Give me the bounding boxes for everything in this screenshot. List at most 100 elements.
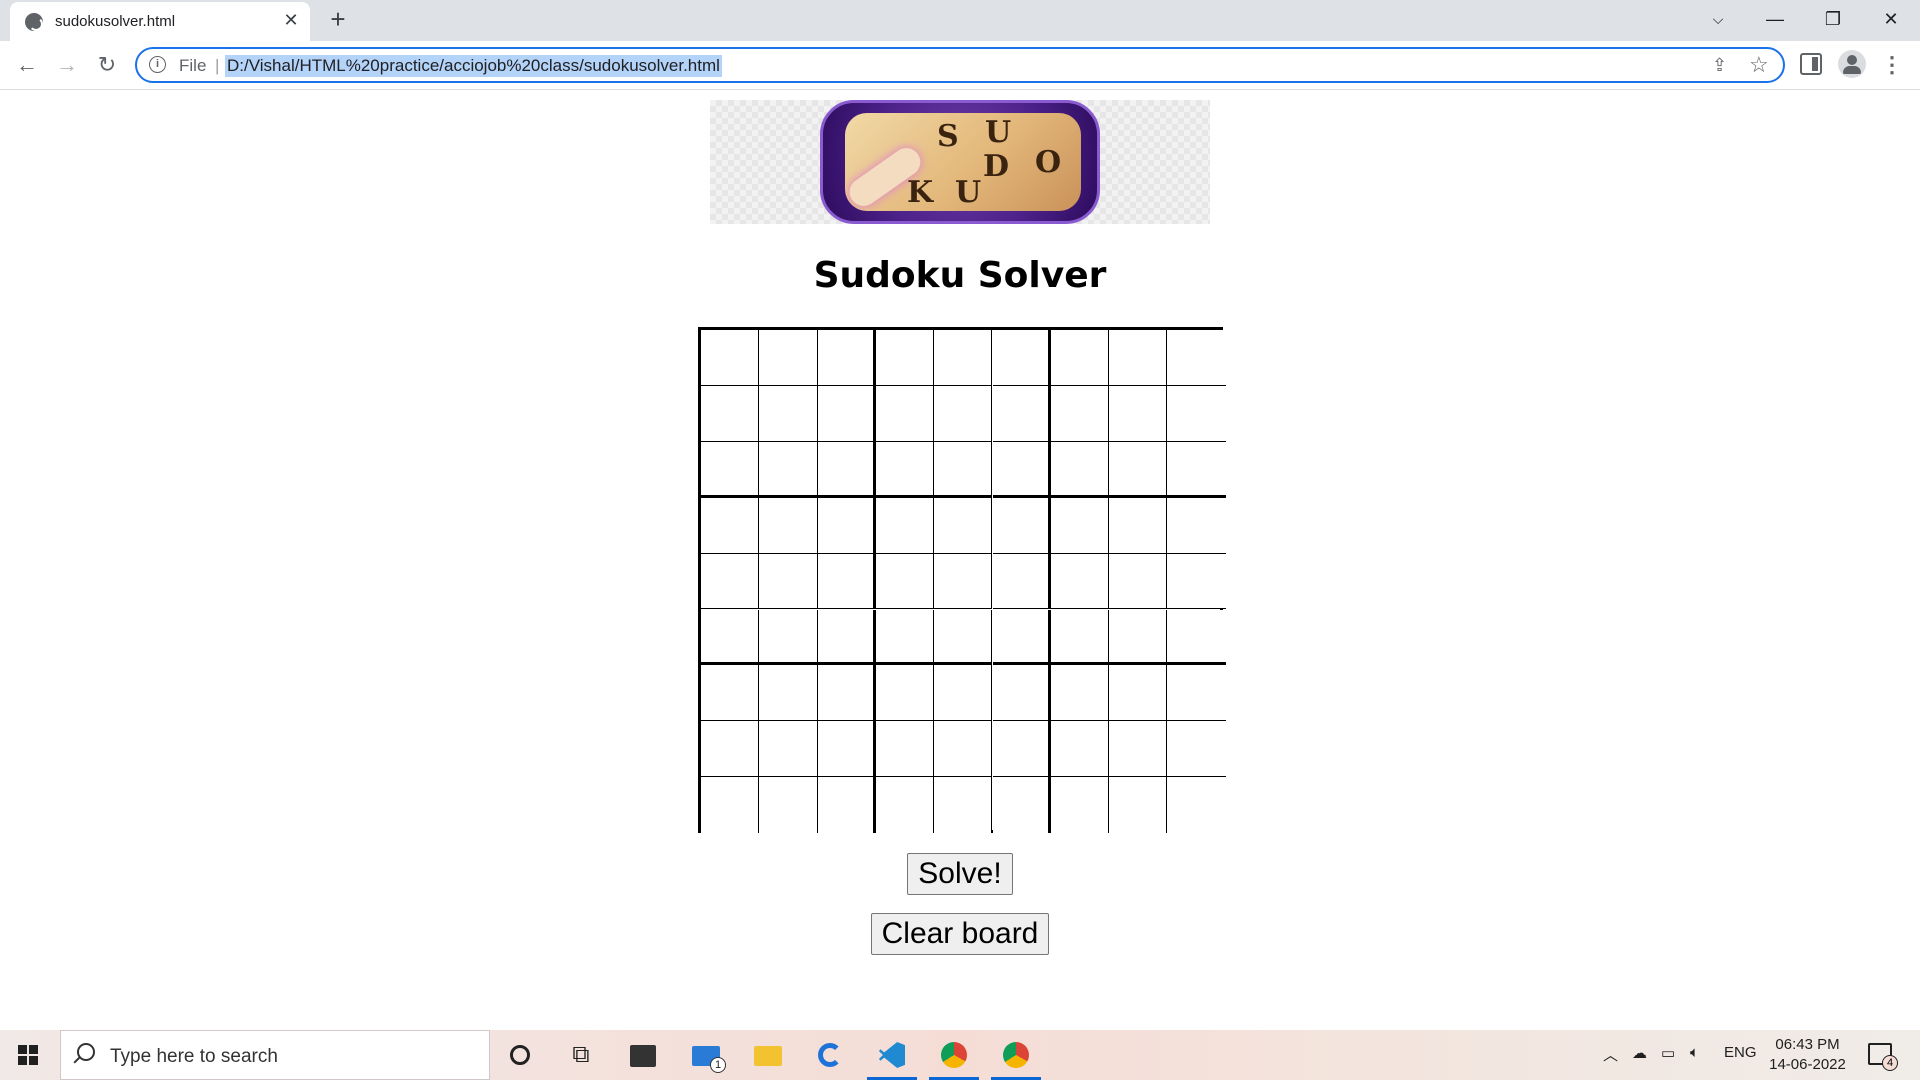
kebab-menu-icon[interactable]: ⋮ [1880,51,1904,79]
sudoku-cell[interactable] [1167,441,1226,498]
sudoku-cell[interactable] [875,441,935,498]
sudoku-cell[interactable] [1109,441,1168,498]
sudoku-cell[interactable] [875,609,935,666]
sudoku-cell[interactable] [1050,385,1110,442]
reload-icon[interactable]: ↻ [90,48,124,82]
sudoku-cell[interactable] [992,497,1051,554]
sudoku-cell[interactable] [1167,609,1226,666]
sudoku-cell[interactable] [701,385,760,442]
sudoku-cell[interactable] [934,385,993,442]
sudoku-cell[interactable] [875,777,935,834]
sudoku-cell[interactable] [934,330,993,386]
volume-icon[interactable]: 🔈︎ [1690,1044,1699,1061]
sudoku-cell[interactable] [1109,777,1168,834]
language-indicator[interactable]: ENG [1724,1044,1757,1061]
sudoku-cell[interactable] [1167,777,1226,834]
sudoku-cell[interactable] [759,385,818,442]
sudoku-cell[interactable] [992,777,1051,834]
sudoku-cell[interactable] [934,553,993,610]
sudoku-cell[interactable] [875,497,935,554]
notification-icon[interactable]: 4 [1868,1043,1898,1071]
sudoku-cell[interactable] [875,330,935,386]
mail-icon[interactable]: 1 [690,1039,726,1073]
window-close-button[interactable]: ✕ [1863,0,1919,38]
sudoku-cell[interactable] [934,721,993,778]
sudoku-cell[interactable] [1109,553,1168,610]
sudoku-cell[interactable] [759,721,818,778]
profile-avatar-icon[interactable] [1838,50,1866,78]
solve-button[interactable]: Solve! [907,853,1013,895]
sudoku-cell[interactable] [934,777,993,834]
bookmark-star-icon[interactable]: ☆ [1749,52,1769,78]
sudoku-cell[interactable] [1167,721,1226,778]
battery-icon[interactable]: ▭ [1661,1044,1675,1062]
sudoku-cell[interactable] [817,330,876,386]
windows-start-icon[interactable] [10,1040,50,1070]
sudoku-cell[interactable] [1050,777,1110,834]
side-panel-icon[interactable] [1800,53,1822,75]
sudoku-cell[interactable] [1050,665,1110,722]
sudoku-cell[interactable] [934,609,993,666]
sudoku-cell[interactable] [1167,385,1226,442]
sudoku-cell[interactable] [817,777,876,834]
onedrive-cloud-icon[interactable]: ☁ [1632,1044,1647,1062]
sudoku-cell[interactable] [992,721,1051,778]
sudoku-cell[interactable] [759,441,818,498]
sudoku-cell[interactable] [759,665,818,722]
sudoku-cell[interactable] [992,553,1051,610]
sudoku-cell[interactable] [1050,721,1110,778]
chrome-icon[interactable] [938,1039,970,1071]
sudoku-cell[interactable] [701,665,760,722]
sudoku-cell[interactable] [1109,721,1168,778]
sudoku-cell[interactable] [1109,330,1168,386]
clear-board-button[interactable]: Clear board [871,913,1049,955]
sudoku-cell[interactable] [701,441,760,498]
close-tab-icon[interactable]: ✕ [280,9,302,31]
sudoku-cell[interactable] [759,777,818,834]
sudoku-cell[interactable] [701,330,760,386]
sudoku-cell[interactable] [875,721,935,778]
sudoku-cell[interactable] [759,553,818,610]
sudoku-cell[interactable] [1109,609,1168,666]
cortana-icon[interactable] [504,1039,536,1071]
restore-button[interactable]: ❐ [1805,0,1861,38]
sudoku-cell[interactable] [759,609,818,666]
sudoku-cell[interactable] [1109,665,1168,722]
sudoku-cell[interactable] [1050,330,1110,386]
forward-arrow-icon[interactable]: → [50,48,84,82]
tray-chevron-up-icon[interactable]: ︿ [1603,1044,1618,1065]
edge-icon[interactable] [814,1039,846,1071]
sudoku-cell[interactable] [992,330,1051,386]
tab-search-chevron-icon[interactable]: ⌵ [1690,0,1746,38]
sudoku-cell[interactable] [1109,385,1168,442]
store-icon[interactable] [627,1039,659,1071]
sudoku-cell[interactable] [875,665,935,722]
sudoku-cell[interactable] [701,609,760,666]
sudoku-cell[interactable] [1167,497,1226,554]
sudoku-cell[interactable] [992,385,1051,442]
sudoku-cell[interactable] [992,441,1051,498]
sudoku-cell[interactable] [701,721,760,778]
taskbar-clock[interactable]: 06:43 PM 14-06-2022 [1765,1035,1850,1075]
sudoku-cell[interactable] [817,665,876,722]
sudoku-cell[interactable] [817,441,876,498]
sudoku-cell[interactable] [992,665,1051,722]
sudoku-cell[interactable] [759,330,818,386]
sudoku-cell[interactable] [934,441,993,498]
sudoku-cell[interactable] [1167,553,1226,610]
sudoku-cell[interactable] [1050,609,1110,666]
sudoku-cell[interactable] [875,385,935,442]
sudoku-cell[interactable] [701,497,760,554]
vscode-icon[interactable] [876,1039,908,1071]
info-icon[interactable]: i [149,56,166,73]
sudoku-cell[interactable] [1167,330,1226,386]
sudoku-cell[interactable] [759,497,818,554]
sudoku-cell[interactable] [817,497,876,554]
url-text[interactable]: D:/Vishal/HTML%20practice/acciojob%20cla… [225,55,722,77]
share-icon[interactable]: ⇪ [1712,55,1727,76]
sudoku-cell[interactable] [934,497,993,554]
sudoku-cell[interactable] [701,777,760,834]
sudoku-cell[interactable] [934,665,993,722]
file-explorer-icon[interactable] [752,1039,784,1071]
new-tab-button[interactable]: + [325,6,351,32]
